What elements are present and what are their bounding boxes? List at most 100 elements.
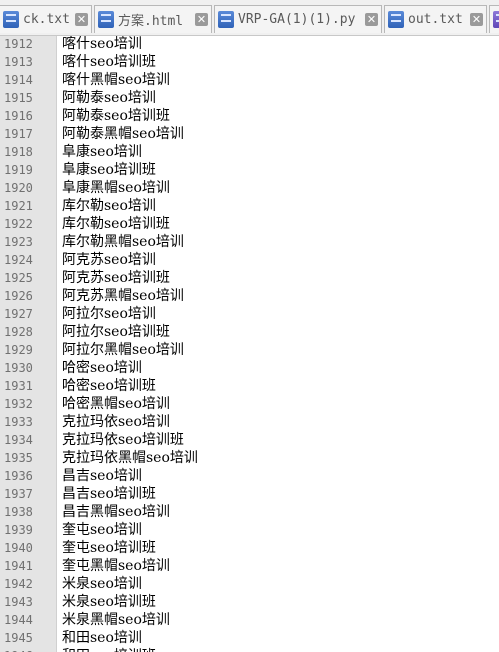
line-text[interactable]: 库尔勒seo培训 [62,197,156,215]
line-text[interactable]: 克拉玛依黑帽seo培训 [62,449,198,467]
line-text[interactable]: 阿勒泰黑帽seo培训 [62,125,184,143]
text-line[interactable]: 1917 阿勒泰黑帽seo培训 [0,125,499,143]
line-text[interactable]: 克拉玛依seo培训班 [62,431,184,449]
tab-label: out.txt [408,12,463,27]
text-line[interactable]: 1915 阿勒泰seo培训 [0,89,499,107]
tab-ck-txt[interactable]: ck.txt ✕ [0,5,92,33]
text-line[interactable]: 1920 阜康黑帽seo培训 [0,179,499,197]
line-number: 1927 [4,307,33,321]
text-line[interactable]: 1940 奎屯seo培训班 [0,539,499,557]
line-number: 1943 [4,595,33,609]
line-number: 1946 [4,647,44,652]
line-number: 1918 [4,145,33,159]
line-text[interactable]: 米泉黑帽seo培训 [62,611,170,629]
line-number: 1915 [4,91,33,105]
tab-label: VRP-GA(1)(1).py [238,12,356,27]
tab-vrp-ga-py[interactable]: VRP-GA(1)(1).py ✕ [214,5,382,33]
text-line[interactable]: 1936 昌吉seo培训 [0,467,499,485]
line-text[interactable]: 阿勒泰seo培训班 [62,107,170,125]
text-line[interactable]: 1946 和田seo培训班 [0,647,499,652]
text-line[interactable]: 1944 米泉黑帽seo培训 [0,611,499,629]
text-line[interactable]: 1925 阿克苏seo培训班 [0,269,499,287]
tab-label: 方案.html [118,14,184,29]
text-line[interactable]: 1934 克拉玛依seo培训班 [0,431,499,449]
line-text[interactable]: 昌吉seo培训班 [62,485,156,503]
text-line[interactable]: 1939 奎屯seo培训 [0,521,499,539]
line-text[interactable]: 阿克苏黑帽seo培训 [62,287,184,305]
line-text[interactable]: 奎屯seo培训班 [62,539,156,557]
line-text[interactable]: 昌吉seo培训 [62,467,142,485]
line-number: 1940 [4,541,33,555]
text-line[interactable]: 1937 昌吉seo培训班 [0,485,499,503]
line-text[interactable]: 哈密seo培训 [62,359,142,377]
text-line[interactable]: 1913 喀什seo培训班 [0,53,499,71]
line-text[interactable]: 奎屯黑帽seo培训 [62,557,170,575]
text-line[interactable]: 1945 和田seo培训 [0,629,499,647]
line-text[interactable]: 阿拉尔黑帽seo培训 [62,341,184,359]
close-icon[interactable]: ✕ [470,13,483,26]
line-number: 1926 [4,289,33,303]
line-text[interactable]: 和田seo培训班 [62,647,156,652]
tab-fangan-html[interactable]: 方案.html ✕ [94,5,212,33]
text-line[interactable]: 1919 阜康seo培训班 [0,161,499,179]
text-line[interactable]: 1943 米泉seo培训班 [0,593,499,611]
line-text[interactable]: 阿勒泰seo培训 [62,89,156,107]
tab-partial[interactable] [489,5,499,33]
text-line[interactable]: 1924 阿克苏seo培训 [0,251,499,269]
line-number: 1945 [4,631,33,645]
text-line[interactable]: 1933 克拉玛依seo培训 [0,413,499,431]
line-text[interactable]: 哈密黑帽seo培训 [62,395,170,413]
tab-label: ck.txt [23,12,70,27]
text-line[interactable]: 1914 喀什黑帽seo培训 [0,71,499,89]
close-icon[interactable]: ✕ [195,13,208,26]
text-line[interactable]: 1927 阿拉尔seo培训 [0,305,499,323]
line-text[interactable]: 米泉seo培训 [62,575,142,593]
line-text[interactable]: 阿拉尔seo培训班 [62,323,170,341]
line-text[interactable]: 阿克苏seo培训 [62,251,156,269]
text-line[interactable]: 1938 昌吉黑帽seo培训 [0,503,499,521]
text-line[interactable]: 1922 库尔勒seo培训班 [0,215,499,233]
text-line[interactable]: 1923 库尔勒黑帽seo培训 [0,233,499,251]
text-line[interactable]: 1935 克拉玛依黑帽seo培训 [0,449,499,467]
line-text[interactable]: 哈密seo培训班 [62,377,156,395]
text-line[interactable]: 1941 奎屯黑帽seo培训 [0,557,499,575]
line-text[interactable]: 阜康seo培训 [62,143,142,161]
text-line[interactable]: 1930 哈密seo培训 [0,359,499,377]
line-text[interactable]: 喀什seo培训 [62,36,142,53]
line-text[interactable]: 喀什黑帽seo培训 [62,71,170,89]
editor[interactable]: 1912 喀什seo培训 1913 喀什seo培训班 1914 喀什黑帽seo培训 1915… [0,36,499,652]
line-text[interactable]: 库尔勒黑帽seo培训 [62,233,184,251]
line-text[interactable]: 库尔勒seo培训班 [62,215,170,233]
text-line[interactable]: 1942 米泉seo培训 [0,575,499,593]
close-icon[interactable]: ✕ [75,13,88,26]
text-line[interactable]: 1932 哈密黑帽seo培训 [0,395,499,413]
text-line[interactable]: 1916 阿勒泰seo培训班 [0,107,499,125]
line-text[interactable]: 奎屯seo培训 [62,521,142,539]
text-line[interactable]: 1929 阿拉尔黑帽seo培训 [0,341,499,359]
line-number: 1932 [4,397,33,411]
line-text[interactable]: 和田seo培训 [62,629,142,647]
line-number: 1944 [4,613,33,627]
line-number: 1925 [4,271,33,285]
line-text[interactable]: 克拉玛依seo培训 [62,413,170,431]
line-text[interactable]: 喀什seo培训班 [62,53,156,71]
text-line[interactable]: 1926 阿克苏黑帽seo培训 [0,287,499,305]
line-text[interactable]: 阿拉尔seo培训 [62,305,156,323]
line-number: 1934 [4,433,33,447]
line-text[interactable]: 米泉seo培训班 [62,593,156,611]
text-line[interactable]: 1931 哈密seo培训班 [0,377,499,395]
line-text[interactable]: 阜康黑帽seo培训 [62,179,170,197]
file-icon [218,11,234,28]
line-text[interactable]: 昌吉黑帽seo培训 [62,503,170,521]
text-line[interactable]: 1921 库尔勒seo培训 [0,197,499,215]
close-icon[interactable]: ✕ [365,13,378,26]
line-text[interactable]: 阜康seo培训班 [62,161,156,179]
text-lines: 1912 喀什seo培训 1913 喀什seo培训班 1914 喀什黑帽seo培训 1915… [0,36,499,652]
text-line[interactable]: 1912 喀什seo培训 [0,36,499,53]
tab-out-txt[interactable]: out.txt ✕ [384,5,487,33]
line-number: 1938 [4,505,33,519]
line-text[interactable]: 阿克苏seo培训班 [62,269,170,287]
text-line[interactable]: 1928 阿拉尔seo培训班 [0,323,499,341]
line-number: 1913 [4,55,33,69]
text-line[interactable]: 1918 阜康seo培训 [0,143,499,161]
